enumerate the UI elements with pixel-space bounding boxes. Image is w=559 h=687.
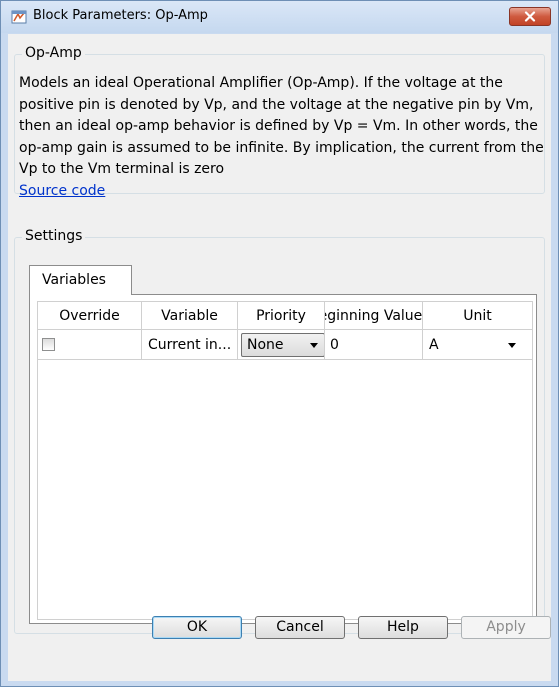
variables-table: Override Variable Priority Beginning Val…	[37, 301, 533, 620]
block-group-legend: Op-Amp	[22, 45, 85, 61]
variables-tab-panel: Override Variable Priority Beginning Val…	[29, 294, 537, 624]
dialog-window: Block Parameters: Op-Amp Op-Amp Models a…	[0, 0, 559, 687]
ok-button[interactable]: OK	[152, 616, 242, 639]
apply-button[interactable]: Apply	[461, 616, 551, 639]
beginning-value-cell[interactable]: 0	[325, 330, 423, 360]
dialog-content: Op-Amp Models an ideal Operational Ampli…	[8, 34, 551, 681]
priority-value: None	[247, 337, 284, 353]
source-code-link[interactable]: Source code	[19, 183, 105, 199]
column-header-priority[interactable]: Priority	[238, 302, 325, 330]
table-row: Current in... None 0 A	[38, 330, 532, 360]
settings-group-legend: Settings	[22, 228, 86, 244]
help-button[interactable]: Help	[358, 616, 448, 639]
column-header-override[interactable]: Override	[38, 302, 142, 330]
priority-dropdown[interactable]: None	[241, 333, 324, 357]
override-checkbox[interactable]	[42, 338, 55, 351]
cancel-button[interactable]: Cancel	[255, 616, 345, 639]
chevron-down-icon	[310, 343, 318, 348]
unit-cell: A	[423, 330, 532, 360]
close-icon	[524, 11, 536, 22]
tab-variables-label: Variables	[42, 272, 106, 288]
block-parameters-icon	[11, 10, 27, 24]
window-title: Block Parameters: Op-Amp	[33, 8, 208, 23]
variable-cell[interactable]: Current in...	[142, 330, 238, 360]
title-bar[interactable]: Block Parameters: Op-Amp	[1, 1, 558, 33]
block-description: Models an ideal Operational Amplifier (O…	[19, 75, 544, 177]
table-header: Override Variable Priority Beginning Val…	[38, 302, 532, 330]
priority-cell: None	[238, 330, 325, 360]
tab-variables[interactable]: Variables	[29, 265, 132, 295]
block-description-group: Op-Amp Models an ideal Operational Ampli…	[14, 45, 545, 199]
column-header-beginning-value[interactable]: Beginning Value	[325, 302, 423, 330]
override-cell	[38, 330, 142, 360]
unit-value: A	[429, 337, 439, 353]
close-button[interactable]	[509, 7, 551, 26]
column-header-variable[interactable]: Variable	[142, 302, 238, 330]
chevron-down-icon	[508, 343, 516, 348]
unit-dropdown[interactable]: A	[423, 333, 523, 357]
column-header-unit[interactable]: Unit	[423, 302, 532, 330]
